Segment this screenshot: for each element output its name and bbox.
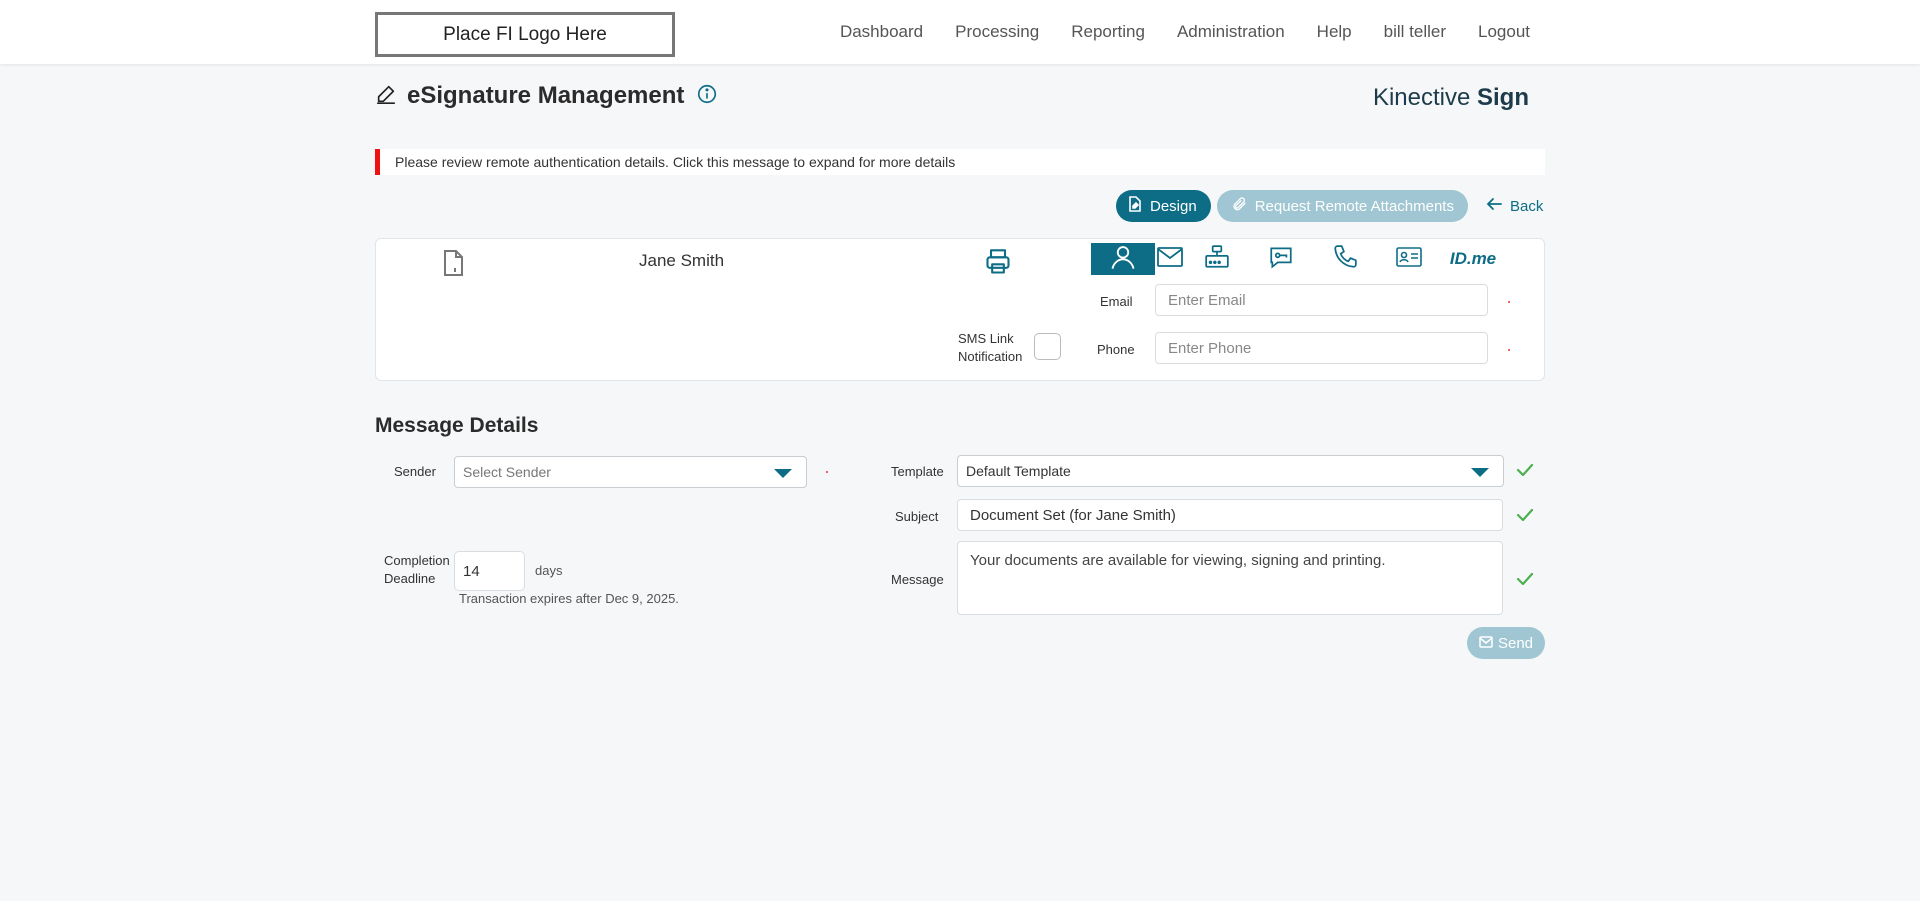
subject-value: Document Set (for Jane Smith) bbox=[970, 506, 1176, 524]
back-button-label: Back bbox=[1509, 197, 1544, 215]
arrow-left-icon bbox=[1486, 197, 1502, 215]
sender-select-value: Select Sender bbox=[463, 464, 551, 480]
idme-icon[interactable]: ID.me bbox=[1441, 243, 1505, 275]
auth-tab-person[interactable] bbox=[1091, 243, 1155, 275]
completion-deadline-label: Completion Deadline bbox=[384, 552, 450, 588]
send-button-label: Send bbox=[1497, 634, 1534, 652]
router-icon bbox=[1204, 244, 1230, 275]
request-remote-attachments-button[interactable]: Request Remote Attachments bbox=[1216, 190, 1468, 222]
subject-input[interactable]: Document Set (for Jane Smith) bbox=[957, 499, 1503, 531]
sender-label: Sender bbox=[394, 464, 436, 479]
check-icon bbox=[1516, 506, 1534, 529]
nav-dashboard[interactable]: Dashboard bbox=[840, 22, 923, 42]
deadline-label-line1: Completion bbox=[384, 553, 450, 568]
email-label: Email bbox=[1100, 294, 1133, 309]
subject-label: Subject bbox=[895, 509, 939, 524]
nav-processing[interactable]: Processing bbox=[955, 22, 1039, 42]
signer-name: Jane Smith bbox=[639, 251, 725, 270]
message-details-title: Message Details bbox=[375, 414, 539, 437]
days-unit-label: days bbox=[535, 563, 563, 578]
message-label: Message bbox=[891, 572, 944, 587]
fi-logo-placeholder[interactable]: Place FI Logo Here bbox=[375, 12, 675, 57]
check-icon bbox=[1516, 461, 1534, 484]
completion-deadline-input[interactable]: 14 bbox=[454, 551, 525, 591]
auth-tab-phone[interactable] bbox=[1313, 243, 1377, 275]
required-indicator bbox=[1508, 301, 1510, 303]
top-nav-bar: Place FI Logo Here Dashboard Processing … bbox=[0, 0, 1920, 64]
sms-notification-checkbox[interactable] bbox=[1034, 333, 1061, 360]
chat-key-icon bbox=[1268, 244, 1294, 275]
required-indicator bbox=[826, 471, 828, 473]
sender-select[interactable]: Select Sender bbox=[454, 456, 807, 488]
main-nav: Dashboard Processing Reporting Administr… bbox=[840, 0, 1530, 64]
auth-tab-id-card[interactable] bbox=[1377, 243, 1441, 275]
printer-icon[interactable] bbox=[984, 248, 1012, 281]
nav-administration[interactable]: Administration bbox=[1177, 22, 1285, 42]
signer-card: Jane Smith ID.me Email Enter Email SMS L… bbox=[375, 238, 1545, 381]
remote-auth-alert[interactable]: Please review remote authentication deta… bbox=[375, 149, 1545, 175]
phone-icon bbox=[1332, 244, 1358, 275]
nav-help[interactable]: Help bbox=[1317, 22, 1352, 42]
auth-tab-email[interactable] bbox=[1155, 243, 1185, 275]
design-button-label: Design bbox=[1150, 197, 1197, 215]
request-remote-attachments-label: Request Remote Attachments bbox=[1254, 197, 1454, 215]
nav-logout[interactable]: Logout bbox=[1478, 22, 1530, 42]
deadline-label-line2: Deadline bbox=[384, 571, 436, 586]
sms-notification-label: SMS Link Notification bbox=[958, 330, 1022, 366]
template-label: Template bbox=[891, 464, 944, 479]
template-select-value: Default Template bbox=[966, 463, 1071, 479]
email-input[interactable] bbox=[1155, 284, 1488, 316]
document-icon bbox=[1128, 196, 1142, 216]
chevron-down-icon bbox=[1471, 468, 1489, 477]
envelope-icon bbox=[1156, 246, 1184, 273]
phone-label: Phone bbox=[1097, 342, 1135, 357]
page-header: eSignature Management bbox=[375, 82, 718, 110]
id-card-icon bbox=[1396, 246, 1422, 273]
person-icon bbox=[1109, 243, 1137, 276]
send-button[interactable]: Send bbox=[1467, 627, 1545, 659]
pen-icon bbox=[375, 83, 397, 110]
template-select[interactable]: Default Template bbox=[957, 455, 1504, 487]
auth-method-tabs: ID.me bbox=[1091, 243, 1505, 275]
message-textarea[interactable]: Your documents are available for viewing… bbox=[957, 541, 1503, 615]
auth-tab-chat-key[interactable] bbox=[1249, 243, 1313, 275]
nav-reporting[interactable]: Reporting bbox=[1071, 22, 1145, 42]
check-icon bbox=[1516, 570, 1534, 593]
chevron-down-icon bbox=[774, 469, 792, 478]
sms-label-line2: Notification bbox=[958, 349, 1023, 364]
page-title: eSignature Management bbox=[407, 82, 685, 109]
sms-label-line1: SMS Link bbox=[958, 331, 1014, 346]
paperclip-icon bbox=[1231, 196, 1247, 216]
action-bar: Design Request Remote Attachments Back bbox=[1116, 190, 1551, 222]
kinective-sign-logo: Kinective Sign bbox=[1372, 84, 1529, 111]
back-button[interactable]: Back bbox=[1474, 190, 1551, 222]
envelope-icon bbox=[1479, 635, 1493, 652]
required-indicator bbox=[1508, 349, 1510, 351]
info-icon[interactable] bbox=[696, 83, 718, 110]
phone-input[interactable] bbox=[1155, 332, 1488, 364]
idme-label: ID.me bbox=[1449, 249, 1497, 268]
document-icon[interactable] bbox=[442, 249, 466, 282]
nav-user-menu[interactable]: bill teller bbox=[1384, 22, 1446, 42]
expiry-note: Transaction expires after Dec 9, 2025. bbox=[459, 591, 679, 606]
auth-tab-router[interactable] bbox=[1185, 243, 1249, 275]
design-button[interactable]: Design bbox=[1116, 190, 1211, 222]
